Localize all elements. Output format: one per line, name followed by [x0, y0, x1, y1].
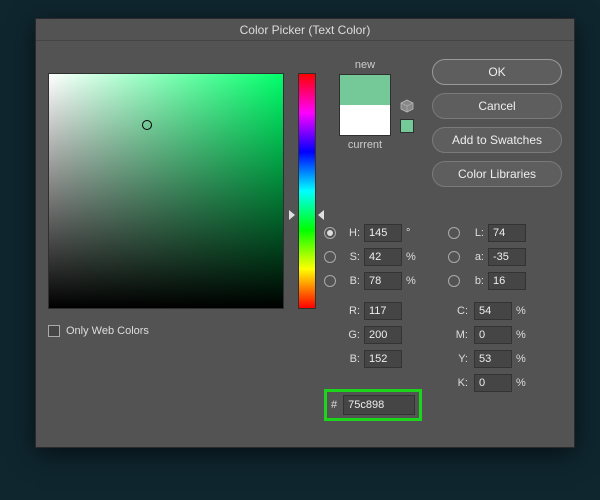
only-web-colors-row: Only Web Colors [48, 325, 149, 337]
radio-a[interactable] [448, 251, 460, 263]
g-input[interactable] [364, 326, 402, 344]
y-label: Y: [448, 353, 468, 365]
s-label: S: [340, 251, 360, 263]
only-web-colors-checkbox[interactable] [48, 325, 60, 337]
s-input[interactable] [364, 248, 402, 266]
c-unit: % [516, 305, 530, 317]
h-unit: ° [406, 227, 420, 239]
cancel-button[interactable]: Cancel [432, 93, 562, 119]
c-label: C: [448, 305, 468, 317]
swatch-box [339, 74, 391, 136]
b-rgb-input[interactable] [364, 350, 402, 368]
l-label: L: [464, 227, 484, 239]
dialog-content: new current OK Cancel Add to Swatches Co… [36, 41, 574, 447]
g-label: G: [340, 329, 360, 341]
k-label: K: [448, 377, 468, 389]
color-libraries-button[interactable]: Color Libraries [432, 161, 562, 187]
y-input[interactable] [474, 350, 512, 368]
m-input[interactable] [474, 326, 512, 344]
radio-s[interactable] [324, 251, 336, 263]
web-safe-swatch[interactable] [400, 119, 414, 133]
b-hsb-unit: % [406, 275, 420, 287]
dialog-title: Color Picker (Text Color) [36, 19, 574, 41]
k-unit: % [516, 377, 530, 389]
color-picker-dialog: Color Picker (Text Color) new current OK… [35, 18, 575, 448]
b-rgb-label: B: [340, 353, 360, 365]
button-column: OK Cancel Add to Swatches Color Librarie… [432, 59, 562, 195]
new-color-swatch[interactable] [340, 75, 390, 105]
l-input[interactable] [488, 224, 526, 242]
y-unit: % [516, 353, 530, 365]
hex-hash-label: # [331, 399, 337, 411]
r-label: R: [340, 305, 360, 317]
radio-b-hsb[interactable] [324, 275, 336, 287]
current-label: current [334, 139, 396, 151]
ok-button[interactable]: OK [432, 59, 562, 85]
swatch-preview: new current [334, 59, 396, 151]
radio-l[interactable] [448, 227, 460, 239]
r-input[interactable] [364, 302, 402, 320]
radio-h[interactable] [324, 227, 336, 239]
current-color-swatch[interactable] [340, 105, 390, 135]
value-fields: H: ° L: S: % a: [324, 221, 558, 395]
only-web-colors-label: Only Web Colors [66, 325, 149, 337]
b-hsb-input[interactable] [364, 272, 402, 290]
radio-b-lab[interactable] [448, 275, 460, 287]
s-unit: % [406, 251, 420, 263]
add-to-swatches-button[interactable]: Add to Swatches [432, 127, 562, 153]
k-input[interactable] [474, 374, 512, 392]
hue-indicator-right-icon [318, 210, 324, 220]
hue-slider[interactable] [298, 73, 316, 309]
a-input[interactable] [488, 248, 526, 266]
m-label: M: [448, 329, 468, 341]
hex-row: # [324, 389, 422, 421]
m-unit: % [516, 329, 530, 341]
h-label: H: [340, 227, 360, 239]
gamut-warning-icon[interactable] [400, 99, 414, 113]
color-cursor-icon[interactable] [142, 120, 152, 130]
hex-highlight: # [324, 389, 422, 421]
b-hsb-label: B: [340, 275, 360, 287]
hex-input[interactable] [343, 395, 415, 415]
b-lab-input[interactable] [488, 272, 526, 290]
c-input[interactable] [474, 302, 512, 320]
saturation-brightness-field[interactable] [48, 73, 284, 309]
new-label: new [334, 59, 396, 71]
b-lab-label: b: [464, 275, 484, 287]
h-input[interactable] [364, 224, 402, 242]
a-label: a: [464, 251, 484, 263]
hue-indicator-left-icon [289, 210, 295, 220]
